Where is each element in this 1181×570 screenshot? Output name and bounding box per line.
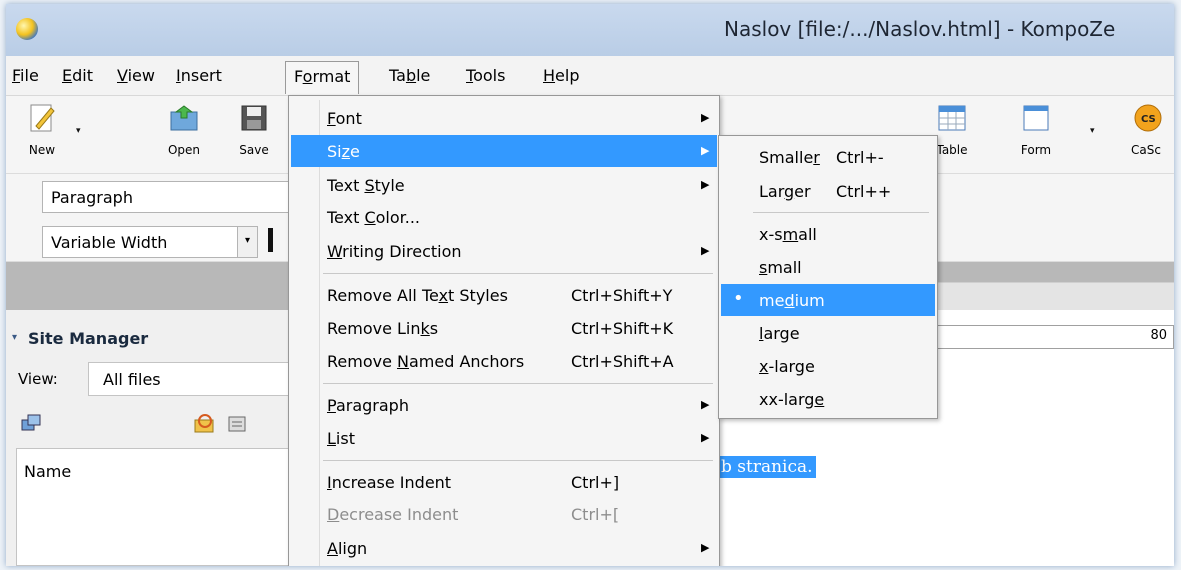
submenu-arrow-icon: ▶ xyxy=(701,178,710,191)
size-menu-x-small[interactable]: x-small xyxy=(721,218,935,250)
open-button[interactable]: Open xyxy=(154,96,214,164)
shortcut-label: Ctrl+- xyxy=(836,148,884,167)
view-label: View: xyxy=(18,370,58,388)
form-icon xyxy=(1023,105,1049,131)
format-menu-increase-indent[interactable]: Increase Indent Ctrl+] xyxy=(291,466,717,498)
save-label: Save xyxy=(239,143,269,157)
cascades-css-icon: CS xyxy=(1134,104,1162,132)
shortcut-label: Ctrl+Shift+A xyxy=(571,352,674,371)
new-document-icon xyxy=(30,104,55,132)
form-label: Form xyxy=(1020,143,1052,157)
collapse-arrow-icon[interactable]: ▾ xyxy=(12,332,17,343)
size-menu-medium[interactable]: • medium xyxy=(721,284,935,316)
chevron-down-icon[interactable]: ▾ xyxy=(237,227,257,257)
font-family-select[interactable]: Variable Width ▾ xyxy=(42,226,258,258)
size-submenu: Smaller Ctrl+- Larger Ctrl++ x-small sma… xyxy=(718,135,938,419)
shortcut-label: Ctrl++ xyxy=(836,182,892,201)
open-label: Open xyxy=(167,143,201,157)
menu-separator xyxy=(323,383,713,384)
site-manager-panel: ▾ Site Manager View: All files Name xyxy=(6,310,306,566)
format-menu-text-style[interactable]: Text Style ▶ xyxy=(291,169,717,201)
cascades-label: CaSc xyxy=(1131,143,1161,157)
size-menu-smaller[interactable]: Smaller Ctrl+- xyxy=(721,141,935,173)
submenu-arrow-icon: ▶ xyxy=(701,541,710,554)
window-title: Naslov [file:/.../Naslov.html] - KompoZe xyxy=(724,17,1116,41)
size-menu-larger[interactable]: Larger Ctrl++ xyxy=(721,175,935,207)
format-menu-remove-all-text-styles[interactable]: Remove All Text Styles Ctrl+Shift+Y xyxy=(291,279,717,311)
format-menu-text-color[interactable]: Text Color... xyxy=(291,201,717,233)
table-icon xyxy=(938,105,966,131)
refresh-folder-icon[interactable] xyxy=(192,412,216,434)
open-folder-icon xyxy=(170,105,198,131)
menu-file[interactable]: File xyxy=(12,66,39,85)
new-dropdown-icon[interactable]: ▾ xyxy=(76,126,81,136)
new-button[interactable]: New xyxy=(12,96,72,164)
menu-table[interactable]: Table xyxy=(389,66,430,85)
form-dropdown-icon[interactable]: ▾ xyxy=(1090,126,1095,136)
name-column-header[interactable]: Name xyxy=(24,462,71,481)
format-menu-decrease-indent: Decrease Indent Ctrl+[ xyxy=(327,505,620,524)
sites-icon[interactable] xyxy=(20,412,42,434)
submenu-arrow-icon: ▶ xyxy=(701,144,710,157)
app-logo-icon xyxy=(16,18,38,40)
shortcut-label: Ctrl+Shift+K xyxy=(571,319,674,338)
site-manager-title: Site Manager xyxy=(28,329,149,348)
submenu-arrow-icon: ▶ xyxy=(701,431,710,444)
selected-bullet-icon: • xyxy=(733,288,744,309)
format-menu-font[interactable]: Font ▶ xyxy=(291,102,717,134)
cascades-badge-text: CS xyxy=(1141,114,1156,125)
size-menu-x-large[interactable]: x-large xyxy=(721,350,935,382)
submenu-arrow-icon: ▶ xyxy=(701,244,710,257)
shortcut-label: Ctrl+] xyxy=(571,473,620,492)
selected-text[interactable]: b stranica. xyxy=(718,456,816,478)
shortcut-label: Ctrl+Shift+Y xyxy=(571,286,673,305)
edit-site-icon[interactable] xyxy=(226,412,248,434)
app-window: Naslov [file:/.../Naslov.html] - KompoZe… xyxy=(6,4,1174,566)
format-menu-dropdown: Font ▶ Size ▶ Text Style ▶ Text Color...… xyxy=(288,95,720,566)
format-menu-remove-links[interactable]: Remove Links Ctrl+Shift+K xyxy=(291,312,717,344)
menu-format[interactable]: Format xyxy=(285,61,360,94)
format-menu-align[interactable]: Align ▶ xyxy=(291,532,717,564)
menu-separator xyxy=(323,273,713,274)
menu-edit[interactable]: Edit xyxy=(62,66,93,85)
toolbar-grip xyxy=(268,228,273,252)
save-button[interactable]: Save xyxy=(224,96,284,164)
paragraph-format-select[interactable]: Paragraph xyxy=(42,181,292,213)
save-disk-icon xyxy=(241,105,267,131)
menu-tools[interactable]: Tools xyxy=(466,66,505,85)
submenu-arrow-icon: ▶ xyxy=(701,111,710,124)
menu-bar: File Edit View Insert Format Table Tools… xyxy=(6,56,1174,96)
ruler-value: 80 xyxy=(1150,328,1167,343)
format-menu-list[interactable]: List ▶ xyxy=(291,422,717,454)
format-menu-writing-direction[interactable]: Writing Direction ▶ xyxy=(291,235,717,267)
shortcut-label: Ctrl+[ xyxy=(571,505,620,524)
format-menu-remove-named-anchors[interactable]: Remove Named Anchors Ctrl+Shift+A xyxy=(291,345,717,377)
site-manager-icon-row xyxy=(6,406,306,446)
size-menu-small[interactable]: small xyxy=(721,251,935,283)
format-menu-paragraph[interactable]: Paragraph ▶ xyxy=(291,389,717,421)
menu-help[interactable]: Help xyxy=(543,66,579,85)
size-menu-large[interactable]: large xyxy=(721,317,935,349)
title-bar: Naslov [file:/.../Naslov.html] - KompoZe xyxy=(6,4,1174,56)
format-menu-size[interactable]: Size ▶ xyxy=(291,135,717,167)
size-menu-xx-large[interactable]: xx-large xyxy=(721,383,935,415)
menu-view[interactable]: View xyxy=(117,66,155,85)
new-label: New xyxy=(28,143,56,157)
view-filter-select[interactable]: All files xyxy=(88,362,298,396)
form-button[interactable]: Form xyxy=(1006,96,1066,164)
menu-insert[interactable]: Insert xyxy=(176,66,222,85)
menu-separator xyxy=(323,460,713,461)
submenu-arrow-icon: ▶ xyxy=(701,398,710,411)
cascades-button[interactable]: CS CaSc xyxy=(1116,96,1174,164)
menu-separator xyxy=(753,212,929,213)
